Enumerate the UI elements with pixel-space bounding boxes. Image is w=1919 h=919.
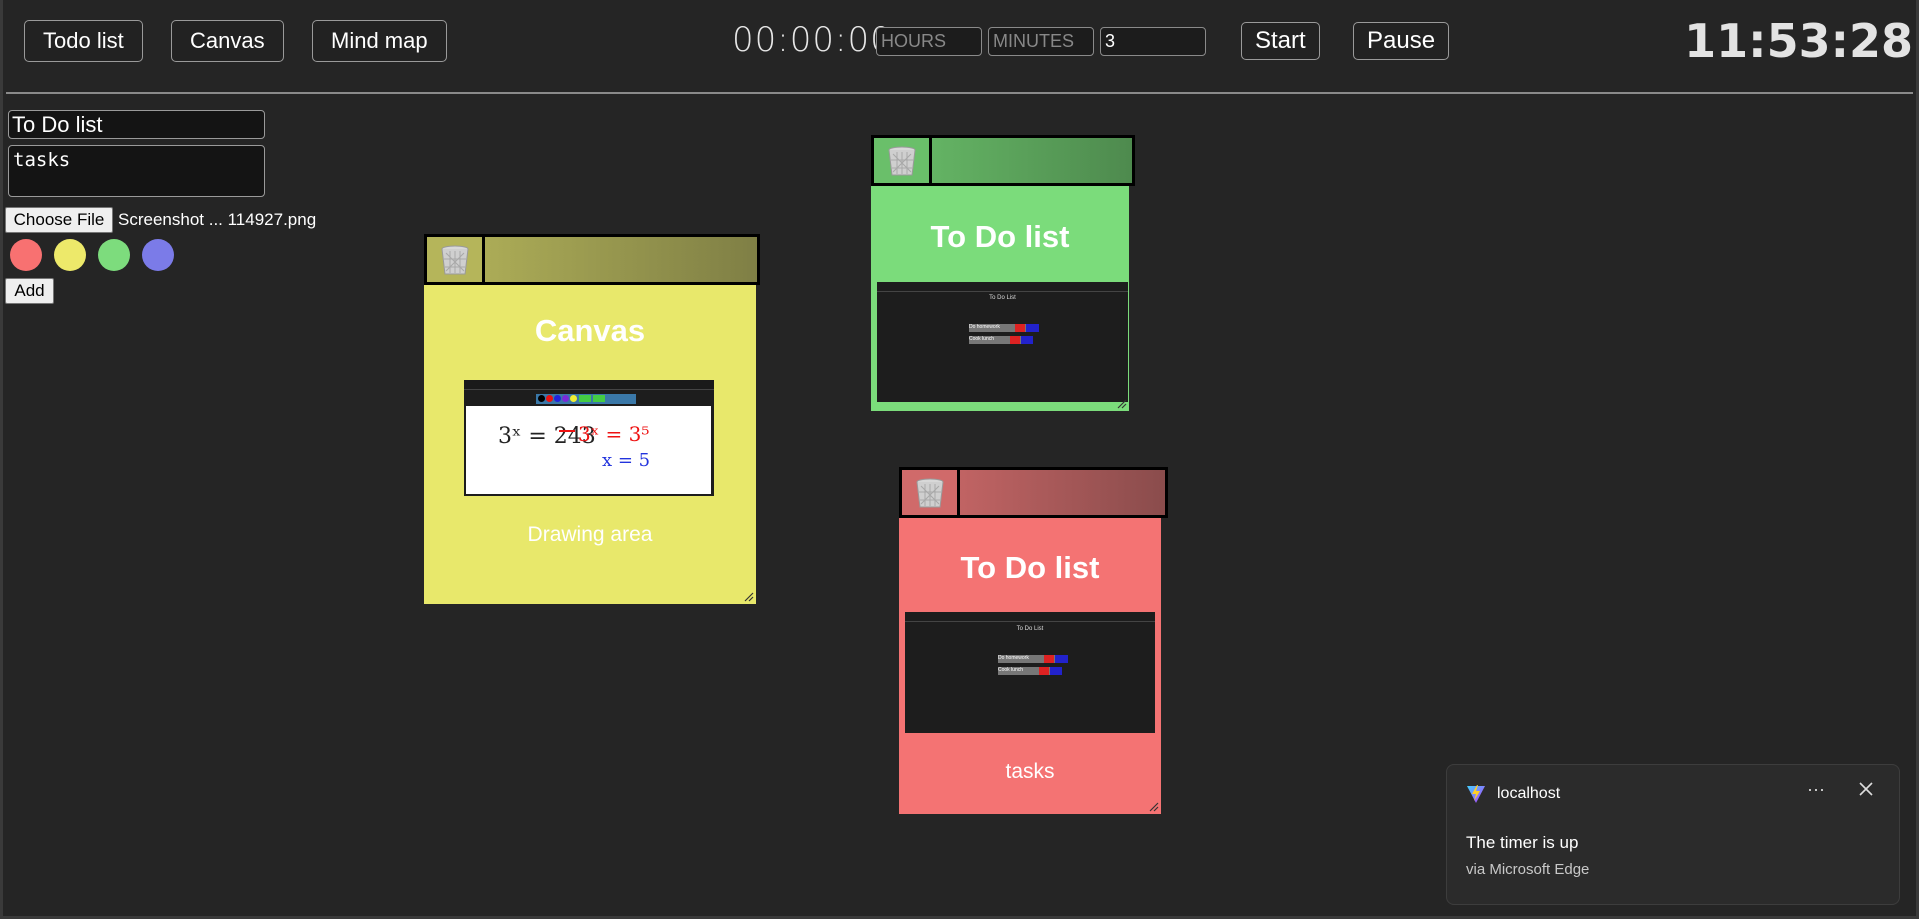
note-card-todo-red[interactable]: To Do list To Do List Do homework Cook l… xyxy=(899,467,1168,814)
note-card-todo-green[interactable]: To Do list To Do List Do homework Cook l… xyxy=(871,135,1135,411)
card-body: Canvas 3ˣ = 243 3ˣ = 3⁵ x = 5 Drawing ar… xyxy=(424,285,756,604)
color-swatch-yellow[interactable] xyxy=(54,239,86,271)
hours-input[interactable] xyxy=(876,27,982,56)
card-image: 3ˣ = 243 3ˣ = 3⁵ x = 5 xyxy=(464,380,714,496)
note-card-canvas[interactable]: Canvas 3ˣ = 243 3ˣ = 3⁵ x = 5 Drawing ar… xyxy=(424,234,760,604)
start-button[interactable]: Start xyxy=(1241,22,1320,60)
clock: 11:53:28 xyxy=(1684,14,1913,68)
trash-icon xyxy=(916,478,943,507)
notification-more-button[interactable]: ··· xyxy=(1807,779,1825,800)
notification-source: via Microsoft Edge xyxy=(1466,861,1590,878)
color-swatch-purple[interactable] xyxy=(142,239,174,271)
choose-file-button[interactable]: Choose File xyxy=(5,207,113,233)
mind-map-nav-button[interactable]: Mind map xyxy=(312,20,447,62)
thumb-title: To Do List xyxy=(989,295,1016,301)
card-description: Drawing area xyxy=(527,523,653,546)
resize-grip-icon[interactable] xyxy=(1149,802,1159,812)
trash-icon xyxy=(888,146,915,175)
notification-app-name: localhost xyxy=(1497,785,1561,802)
card-body: To Do list To Do List Do homework Cook l… xyxy=(899,518,1161,814)
card-title: Canvas xyxy=(534,313,646,348)
resize-grip-icon[interactable] xyxy=(1117,399,1127,409)
notification-message: The timer is up xyxy=(1466,833,1579,852)
trash-icon xyxy=(441,245,468,274)
card-header[interactable] xyxy=(871,135,1135,186)
thumb-title: To Do List xyxy=(1016,626,1044,632)
delete-card-button[interactable] xyxy=(902,470,960,515)
canvas-nav-button[interactable]: Canvas xyxy=(171,20,284,62)
card-description: tasks xyxy=(1005,760,1055,783)
color-swatch-green[interactable] xyxy=(98,239,130,271)
timer-notification[interactable]: localhost ··· The timer is up via Micros… xyxy=(1446,764,1900,905)
card-header[interactable] xyxy=(899,467,1168,518)
canvas-answer: 3ˣ = 3⁵ xyxy=(578,422,650,446)
add-button[interactable]: Add xyxy=(5,278,54,304)
delete-card-button[interactable] xyxy=(874,138,932,183)
todo-list-nav-button[interactable]: Todo list xyxy=(24,20,143,62)
header-divider xyxy=(6,92,1913,94)
resize-grip-icon[interactable] xyxy=(744,592,754,602)
pause-button[interactable]: Pause xyxy=(1353,22,1450,60)
card-header[interactable] xyxy=(424,234,760,285)
vite-logo-icon xyxy=(1467,785,1485,803)
card-image: To Do List Do homework Cook lunch xyxy=(877,282,1128,402)
close-icon[interactable] xyxy=(1856,779,1876,799)
delete-card-button[interactable] xyxy=(427,237,485,282)
card-title: To Do list xyxy=(960,550,1100,585)
selected-file-name: Screenshot ... 114927.png xyxy=(118,210,317,229)
seconds-input[interactable] xyxy=(1100,27,1206,56)
card-body: To Do list To Do List Do homework Cook l… xyxy=(871,186,1129,411)
card-title: To Do list xyxy=(930,219,1070,254)
minutes-input[interactable] xyxy=(988,27,1094,56)
card-image: To Do List Do homework Cook lunch xyxy=(905,612,1155,733)
note-title-input[interactable] xyxy=(8,110,265,139)
canvas-result: x = 5 xyxy=(602,450,651,471)
timer-display: 00:00:00 xyxy=(732,20,893,60)
color-swatch-red[interactable] xyxy=(10,239,42,271)
note-description-input[interactable]: tasks xyxy=(8,145,265,197)
